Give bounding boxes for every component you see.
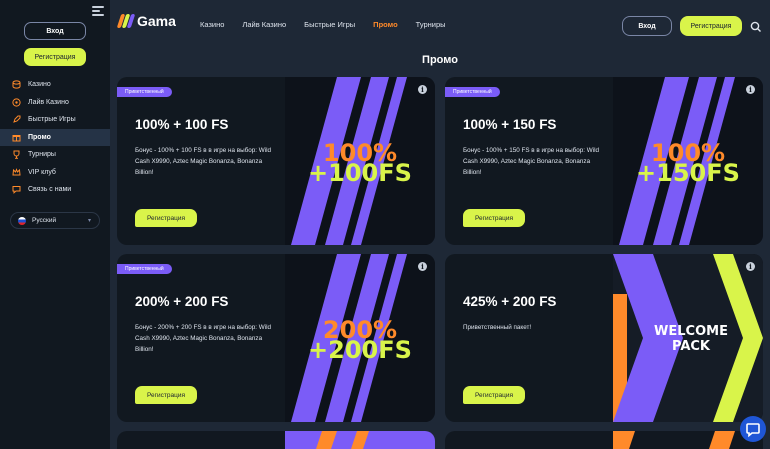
sidebar-item-vip-club[interactable]: VIP клуб — [0, 164, 110, 182]
nav-tournaments[interactable]: Турниры — [416, 20, 446, 29]
chat-bubble-icon — [746, 423, 760, 438]
sidebar-item-label: Связь с нами — [28, 186, 72, 194]
crown-icon — [12, 167, 21, 177]
support-chat-button[interactable] — [740, 416, 766, 442]
promo-description: Бонус - 100% + 100 FS в в игре на выбор:… — [135, 147, 271, 176]
promo-art — [613, 431, 735, 449]
roulette-icon — [12, 98, 21, 107]
promo-badge: Приветственный — [445, 87, 500, 97]
promo-art: WELCOME PACK — [613, 254, 763, 422]
sidebar-item-casino[interactable]: Казино — [0, 76, 110, 94]
promo-register-button[interactable]: Регистрация — [135, 209, 197, 227]
sidebar-item-live-casino[interactable]: Лайв Казино — [0, 94, 110, 112]
trophy-icon — [12, 150, 21, 160]
promo-art-line1: WELCOME — [654, 324, 728, 339]
promo-art-line2: +100FS — [308, 159, 412, 187]
info-icon[interactable]: i — [746, 262, 755, 271]
sidebar-register-button[interactable]: Регистрация — [24, 48, 86, 66]
promo-badge: Приветственный — [117, 264, 172, 274]
promo-description: Приветственный пакет! — [463, 324, 532, 331]
sidebar-item-label: Казино — [28, 81, 51, 89]
nav-casino[interactable]: Казино — [200, 20, 224, 29]
logo[interactable]: Gama — [116, 13, 176, 29]
promo-title: 100% + 150 FS — [463, 117, 557, 132]
russia-flag-icon — [18, 216, 26, 225]
register-button[interactable]: Регистрация — [680, 16, 742, 36]
nav-fast-games[interactable]: Быстрые Игры — [304, 20, 355, 29]
promo-description: Бонус - 100% + 150 FS в в игре на выбор:… — [463, 147, 599, 176]
search-icon[interactable] — [750, 20, 762, 32]
sidebar-item-contact[interactable]: Связь с нами — [0, 181, 110, 199]
promo-art: 200% +200FS — [285, 254, 435, 422]
chat-icon — [12, 185, 21, 195]
promo-register-button[interactable]: Регистрация — [135, 386, 197, 404]
promo-card — [445, 431, 763, 449]
page-title: Промо — [422, 54, 458, 66]
top-bar: Gama Казино Лайв Казино Быстрые Игры Про… — [110, 0, 770, 48]
chevron-down-icon: ▾ — [87, 218, 91, 224]
nav-live-casino[interactable]: Лайв Казино — [242, 20, 286, 29]
promo-register-button[interactable]: Регистрация — [463, 209, 525, 227]
info-icon[interactable]: i — [418, 262, 427, 271]
info-icon[interactable]: i — [418, 85, 427, 94]
promo-description: Бонус - 200% + 200 FS в в игре на выбор:… — [135, 324, 271, 353]
menu-icon[interactable] — [92, 6, 104, 18]
logo-text: Gama — [137, 13, 176, 29]
sidebar-item-promo[interactable]: Промо — [0, 128, 110, 146]
info-icon[interactable]: i — [746, 85, 755, 94]
promo-badge: Приветственный — [117, 87, 172, 97]
promo-art: 100% +100FS — [285, 77, 435, 245]
promo-card: Приветственный 100% + 100 FS Бонус - 100… — [117, 77, 435, 245]
promo-card: 425% + 200 FS Приветственный пакет! Реги… — [445, 254, 763, 422]
gift-icon — [12, 133, 21, 142]
sidebar-item-tournaments[interactable]: Турниры — [0, 146, 110, 164]
sidebar-login-button[interactable]: Вход — [24, 22, 86, 40]
promo-art-line2: +150FS — [636, 159, 740, 187]
promo-art-line2: PACK — [672, 339, 711, 354]
sidebar-item-label: Промо — [28, 133, 51, 141]
rocket-icon — [12, 115, 21, 124]
sidebar-item-label: VIP клуб — [28, 168, 56, 176]
promo-art: 100% +150FS — [613, 77, 763, 245]
promo-card — [117, 431, 435, 449]
promo-title: 425% + 200 FS — [463, 294, 557, 309]
promo-card: Приветственный 100% + 150 FS Бонус - 100… — [445, 77, 763, 245]
sidebar: Вход Регистрация Казино Лайв Казино Быст… — [0, 0, 110, 449]
main-nav: Казино Лайв Казино Быстрые Игры Промо Ту… — [200, 20, 446, 29]
promo-art-line2: +200FS — [308, 336, 412, 364]
coins-icon — [12, 80, 21, 89]
language-label: Русский — [32, 217, 57, 224]
nav-promo[interactable]: Промо — [373, 20, 398, 29]
sidebar-item-label: Быстрые Игры — [28, 116, 76, 124]
sidebar-item-fast-games[interactable]: Быстрые Игры — [0, 111, 110, 129]
sidebar-item-label: Турниры — [28, 151, 56, 159]
sidebar-item-label: Лайв Казино — [28, 98, 69, 106]
language-select[interactable]: Русский ▾ — [10, 212, 100, 229]
promo-title: 200% + 200 FS — [135, 294, 229, 309]
login-button[interactable]: Вход — [622, 16, 672, 36]
promo-card: Приветственный 200% + 200 FS Бонус - 200… — [117, 254, 435, 422]
promo-register-button[interactable]: Регистрация — [463, 386, 525, 404]
logo-mark-icon — [116, 13, 136, 29]
sidebar-nav: Казино Лайв Казино Быстрые Игры Промо Ту… — [0, 76, 110, 199]
promo-title: 100% + 100 FS — [135, 117, 229, 132]
promo-art — [285, 431, 435, 449]
